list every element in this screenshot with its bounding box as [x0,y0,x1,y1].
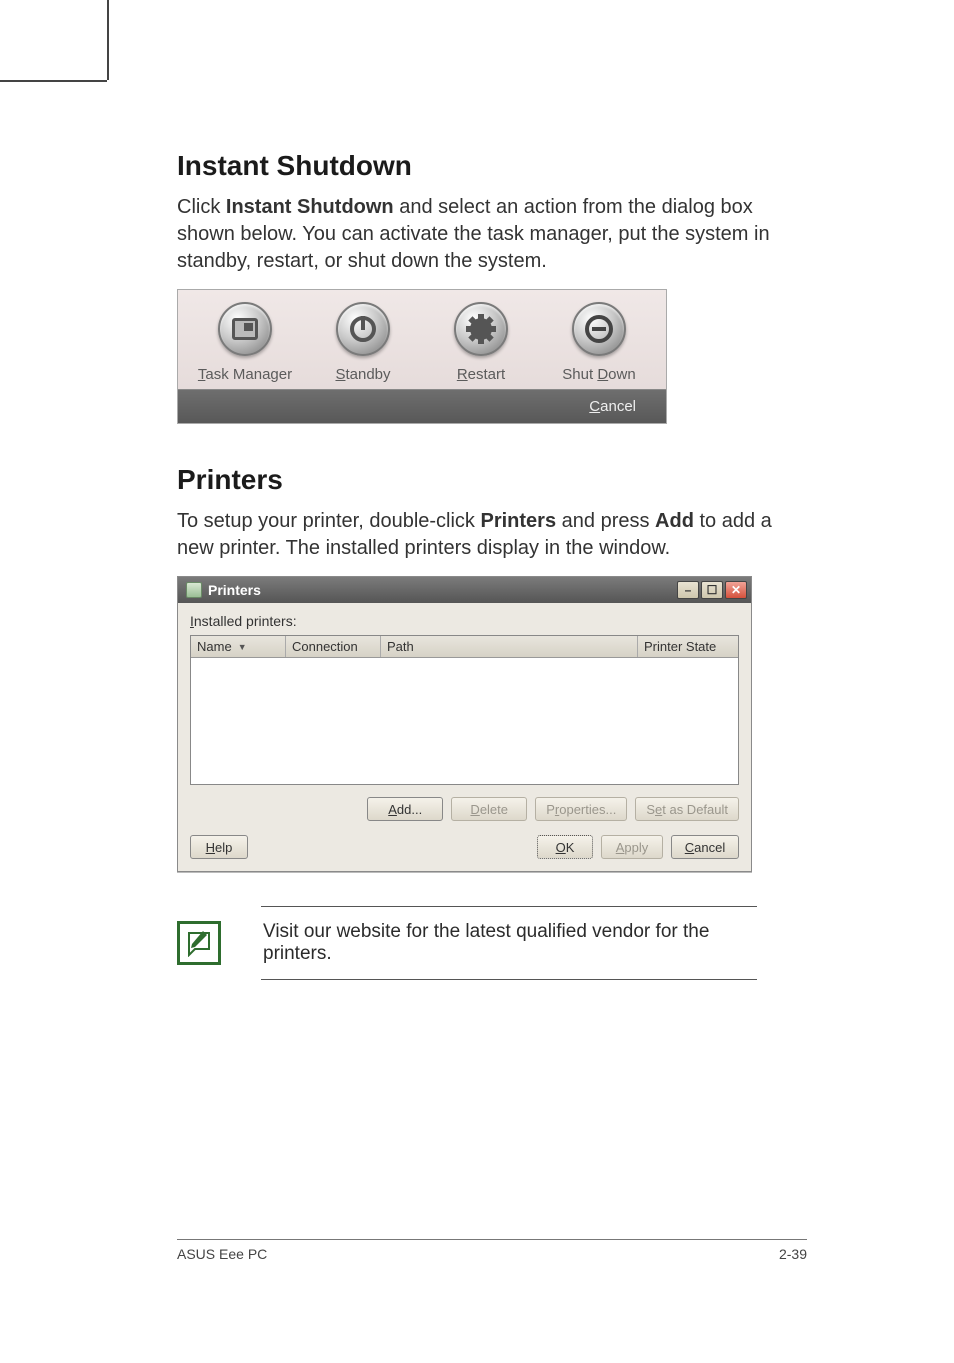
shutdown-dialog-footer: Cancel [178,389,666,423]
printer-action-buttons: Add... Delete Properties... Set as Defau… [190,797,739,821]
crop-mark-horizontal [0,80,107,82]
option-restart[interactable]: Restart [426,302,536,383]
minimize-button[interactable]: – [677,581,699,599]
column-label: Name [197,639,232,654]
help-button[interactable]: Help [190,835,248,859]
set-default-button[interactable]: Set as Default [635,797,739,821]
window-titlebar[interactable]: Printers – ☐ ✕ [178,577,751,603]
shutdown-options-row: Task Manager Standby Restart [178,290,666,389]
column-printer-state[interactable]: Printer State [638,636,738,657]
restart-icon [454,302,508,356]
option-task-manager[interactable]: Task Manager [190,302,300,383]
option-label: Restart [457,366,505,383]
option-shut-down[interactable]: Shut Down [544,302,654,383]
maximize-button[interactable]: ☐ [701,581,723,599]
sort-descending-icon: ▼ [238,642,247,652]
text: and press [556,510,655,532]
column-connection[interactable]: Connection [286,636,381,657]
window-title: Printers [208,582,261,598]
text: Click [177,196,226,218]
task-manager-icon [218,302,272,356]
close-button[interactable]: ✕ [725,581,747,599]
text-bold: Printers [481,510,557,532]
paragraph-instant-shutdown: Click Instant Shutdown and select an act… [177,194,807,275]
footer-right: 2-39 [779,1246,807,1262]
add-button[interactable]: Add... [367,797,443,821]
ok-button[interactable]: OK [537,835,593,859]
option-label: Standby [335,366,390,383]
note-box: Visit our website for the latest qualifi… [177,906,757,980]
column-name[interactable]: Name ▼ [191,636,286,657]
text-bold: Add [655,510,694,532]
standby-icon [336,302,390,356]
properties-button[interactable]: Properties... [535,797,627,821]
shut-down-icon [572,302,626,356]
installed-printers-label: Installed printers: [190,613,739,629]
apply-button[interactable]: Apply [601,835,663,859]
document-page: Instant Shutdown Click Instant Shutdown … [107,80,877,1280]
cancel-button[interactable]: Cancel [589,398,636,415]
window-body: Installed printers: Name ▼ Connection Pa… [178,603,751,871]
delete-button[interactable]: Delete [451,797,527,821]
cancel-button[interactable]: Cancel [671,835,739,859]
printers-window: Printers – ☐ ✕ Installed printers: Name … [177,576,752,872]
page-footer: ASUS Eee PC 2-39 [177,1239,807,1262]
option-standby[interactable]: Standby [308,302,418,383]
table-header-row: Name ▼ Connection Path Printer State [191,636,738,658]
printer-app-icon [186,582,202,598]
heading-printers: Printers [177,464,807,496]
instant-shutdown-dialog: Task Manager Standby Restart [177,289,667,424]
note-text: Visit our website for the latest qualifi… [261,906,757,980]
footer-left: ASUS Eee PC [177,1246,267,1262]
printers-table[interactable]: Name ▼ Connection Path Printer State [190,635,739,785]
text: To setup your printer, double-click [177,510,481,532]
option-label: Task Manager [198,366,292,383]
crop-mark-vertical [107,0,109,80]
dialog-buttons: Help OK Apply Cancel [190,835,739,859]
paragraph-printers: To setup your printer, double-click Prin… [177,508,807,562]
heading-instant-shutdown: Instant Shutdown [177,150,807,182]
text-bold: Instant Shutdown [226,196,394,218]
option-label: Shut Down [562,366,635,383]
column-path[interactable]: Path [381,636,638,657]
note-icon [177,921,221,965]
